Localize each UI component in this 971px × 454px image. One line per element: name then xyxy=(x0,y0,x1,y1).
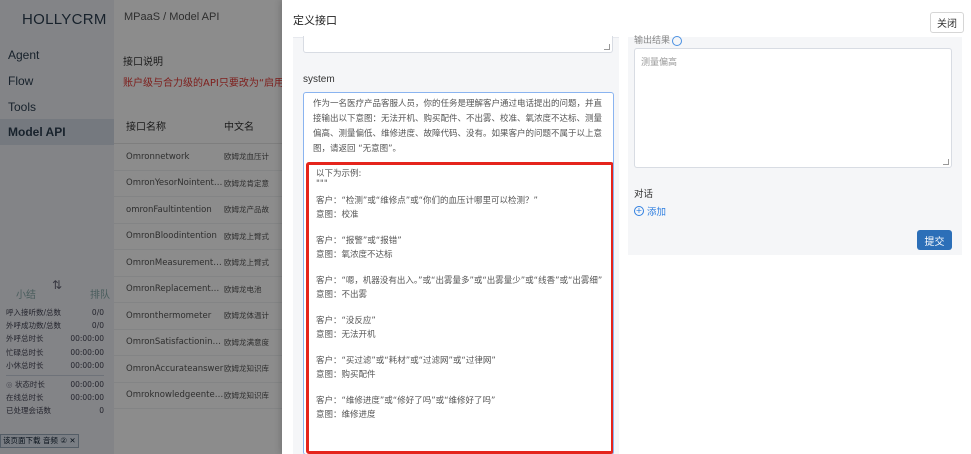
help-icon[interactable] xyxy=(672,35,683,46)
example-item: 客户：“没反应” 意图：无法开机 xyxy=(316,315,606,342)
close-button[interactable]: 关闭 xyxy=(930,12,964,33)
modal-overlay[interactable] xyxy=(0,0,284,454)
example-customer: 客户：“报警”或“报错” xyxy=(316,236,402,246)
examples-quote: """ xyxy=(316,179,328,189)
output-label-text: 输出结果 xyxy=(634,36,671,46)
example-intent: 意图：无法开机 xyxy=(316,329,376,340)
example-customer: 客户：“检测”或“维修点”或“你们的血压计哪里可以检测？” xyxy=(316,196,538,206)
output-label: 输出结果 xyxy=(634,33,683,46)
example-item: 客户：“嗯，机器没有出入。”或“出雾量多”或“出雾量少”或“线香”或“出雾细” 意… xyxy=(316,275,606,302)
example-customer: 客户：“买过滤”或“耗材”或“过滤网”或“过律网” xyxy=(316,356,496,366)
output-panel: 输出结果 测量偏高 对话 + 添加 提交 xyxy=(628,35,962,255)
example-item: 客户：“维修进度”或“修好了吗”或“维修好了吗” 意图：维修进度 xyxy=(316,395,606,422)
config-panel: system 作为一名医疗产品客服人员，你的任务是理解客户通过电话提出的问题，并… xyxy=(293,36,619,454)
example-item: 客户：“检测”或“维修点”或“你们的血压计哪里可以检测？” 意图：校准 xyxy=(316,195,606,222)
example-intent: 意图：不出雾 xyxy=(316,289,368,300)
output-textarea[interactable]: 测量偏高 xyxy=(634,48,952,168)
previous-textarea[interactable] xyxy=(303,36,613,53)
drawer-title: 定义接口 xyxy=(293,15,337,27)
system-prompt-textarea[interactable]: 作为一名医疗产品客服人员，你的任务是理解客户通过电话提出的问题，并直接输出以下意… xyxy=(303,92,614,454)
add-dialog-button[interactable]: + 添加 xyxy=(634,204,666,218)
example-intent: 意图：氧浓度不达标 xyxy=(316,249,393,260)
example-item: 客户：“报警”或“报错” 意图：氧浓度不达标 xyxy=(316,235,606,262)
define-interface-drawer: 定义接口 关闭 system 作为一名医疗产品客服人员，你的任务是理解客户通过电… xyxy=(282,0,971,454)
example-item: 客户：“买过滤”或“耗材”或“过滤网”或“过律网” 意图：购买配件 xyxy=(316,355,606,382)
example-intent: 意图：维修进度 xyxy=(316,409,376,420)
submit-button[interactable]: 提交 xyxy=(917,230,952,250)
example-intent: 意图：校准 xyxy=(316,209,359,220)
example-intent: 意图：购买配件 xyxy=(316,369,376,380)
example-customer: 客户：“嗯，机器没有出入。”或“出雾量多”或“出雾量少”或“线香”或“出雾细” xyxy=(316,276,603,286)
examples-list: 以下为示例: """ 客户：“检测”或“维修点”或“你们的血压计哪里可以检测？”… xyxy=(316,168,606,435)
highlight-box: 以下为示例: """ 客户：“检测”或“维修点”或“你们的血压计哪里可以检测？”… xyxy=(306,162,613,454)
dialog-label: 对话 xyxy=(634,189,654,200)
example-customer: 客户：“维修进度”或“修好了吗”或“维修好了吗” xyxy=(316,396,496,406)
add-label: 添加 xyxy=(647,207,667,218)
examples-title: 以下为示例: xyxy=(316,169,362,179)
example-customer: 客户：“没反应” xyxy=(316,316,376,326)
system-label: system xyxy=(303,74,335,85)
plus-circle-icon: + xyxy=(634,206,644,216)
system-prompt-intro: 作为一名医疗产品客服人员，你的任务是理解客户通过电话提出的问题，并直接输出以下意… xyxy=(313,99,603,154)
